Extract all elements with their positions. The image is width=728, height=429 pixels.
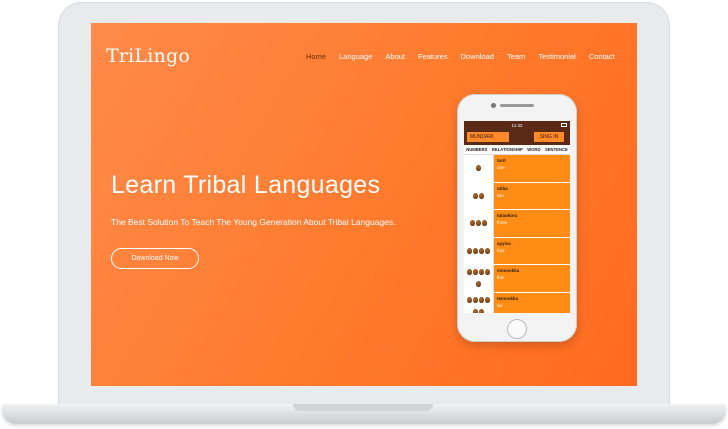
- list-item[interactable]: tulaokoru three: [464, 210, 570, 238]
- item-word: turit: [497, 158, 506, 163]
- tab-numbers[interactable]: NUMBERS: [466, 147, 487, 152]
- nav-language[interactable]: Language: [339, 52, 372, 61]
- tab-word[interactable]: WORD: [527, 147, 540, 152]
- item-meaning: two: [497, 192, 505, 198]
- download-now-button[interactable]: Download Now: [111, 248, 199, 269]
- app-tabs: NUMBERS RELATIONSHIP WORD SENTENCE: [464, 145, 570, 155]
- nav-contact[interactable]: Contact: [589, 52, 615, 61]
- phone-mockup: 11:42 MUNDARI SING IN NUMBERS RELATIONSH…: [457, 94, 577, 342]
- acorn-icon: [464, 182, 494, 209]
- item-word: tulaokoru: [497, 213, 518, 218]
- status-time: 11:42: [511, 123, 523, 128]
- item-word: ayyiva: [497, 240, 511, 246]
- number-list: turit one utiba two tulaokoru three ayyiva f…: [464, 155, 570, 313]
- nav-about[interactable]: About: [385, 52, 405, 61]
- acorn-icon: [464, 292, 494, 313]
- acorn-icon: [464, 210, 494, 237]
- nav-download[interactable]: Download: [461, 52, 494, 61]
- item-meaning: five: [497, 275, 505, 280]
- language-select[interactable]: MUNDARI: [467, 132, 509, 142]
- camera-icon: [491, 103, 496, 108]
- battery-icon: [561, 123, 567, 127]
- app-header: MUNDARI SING IN: [464, 130, 570, 145]
- acorn-icon: [464, 265, 494, 292]
- item-meaning: four: [497, 247, 505, 253]
- laptop-screen: TriLingo Home Language About Features Do…: [91, 23, 637, 386]
- phone-status-bar: 11:42: [464, 121, 570, 130]
- hero-title: Learn Tribal Languages: [111, 171, 381, 199]
- list-item[interactable]: ayyiva four: [464, 237, 570, 265]
- acorn-icon: [464, 155, 494, 182]
- item-meaning: one: [497, 165, 505, 170]
- item-meaning: six: [497, 302, 503, 308]
- tab-relationship[interactable]: RELATIONSHIP: [492, 147, 523, 152]
- hero-subtitle: The Best Solution To Teach The Young Gen…: [111, 217, 396, 227]
- item-meaning: three: [497, 220, 508, 225]
- nav-team[interactable]: Team: [507, 52, 525, 61]
- tab-sentence[interactable]: SENTENCE: [545, 147, 568, 152]
- item-word: moosokka: [497, 268, 520, 273]
- signin-button[interactable]: SING IN: [534, 132, 564, 142]
- nav-home[interactable]: Home: [306, 52, 326, 61]
- main-nav: Home Language About Features Download Te…: [306, 52, 628, 61]
- list-item[interactable]: temnokka six: [464, 292, 570, 313]
- nav-testimonial[interactable]: Testimonial: [538, 52, 576, 61]
- list-item[interactable]: utiba two: [464, 182, 570, 210]
- acorn-icon: [464, 237, 494, 264]
- list-item[interactable]: turit one: [464, 155, 570, 183]
- site-logo[interactable]: TriLingo: [106, 45, 190, 67]
- nav-features[interactable]: Features: [418, 52, 448, 61]
- home-button[interactable]: [507, 319, 527, 339]
- item-word: utiba: [497, 185, 508, 191]
- list-item[interactable]: moosokka five: [464, 265, 570, 293]
- phone-screen: 11:42 MUNDARI SING IN NUMBERS RELATIONSH…: [464, 121, 570, 313]
- speaker-grille: [500, 104, 534, 107]
- laptop-notch: [293, 404, 433, 411]
- item-word: temnokka: [497, 295, 519, 301]
